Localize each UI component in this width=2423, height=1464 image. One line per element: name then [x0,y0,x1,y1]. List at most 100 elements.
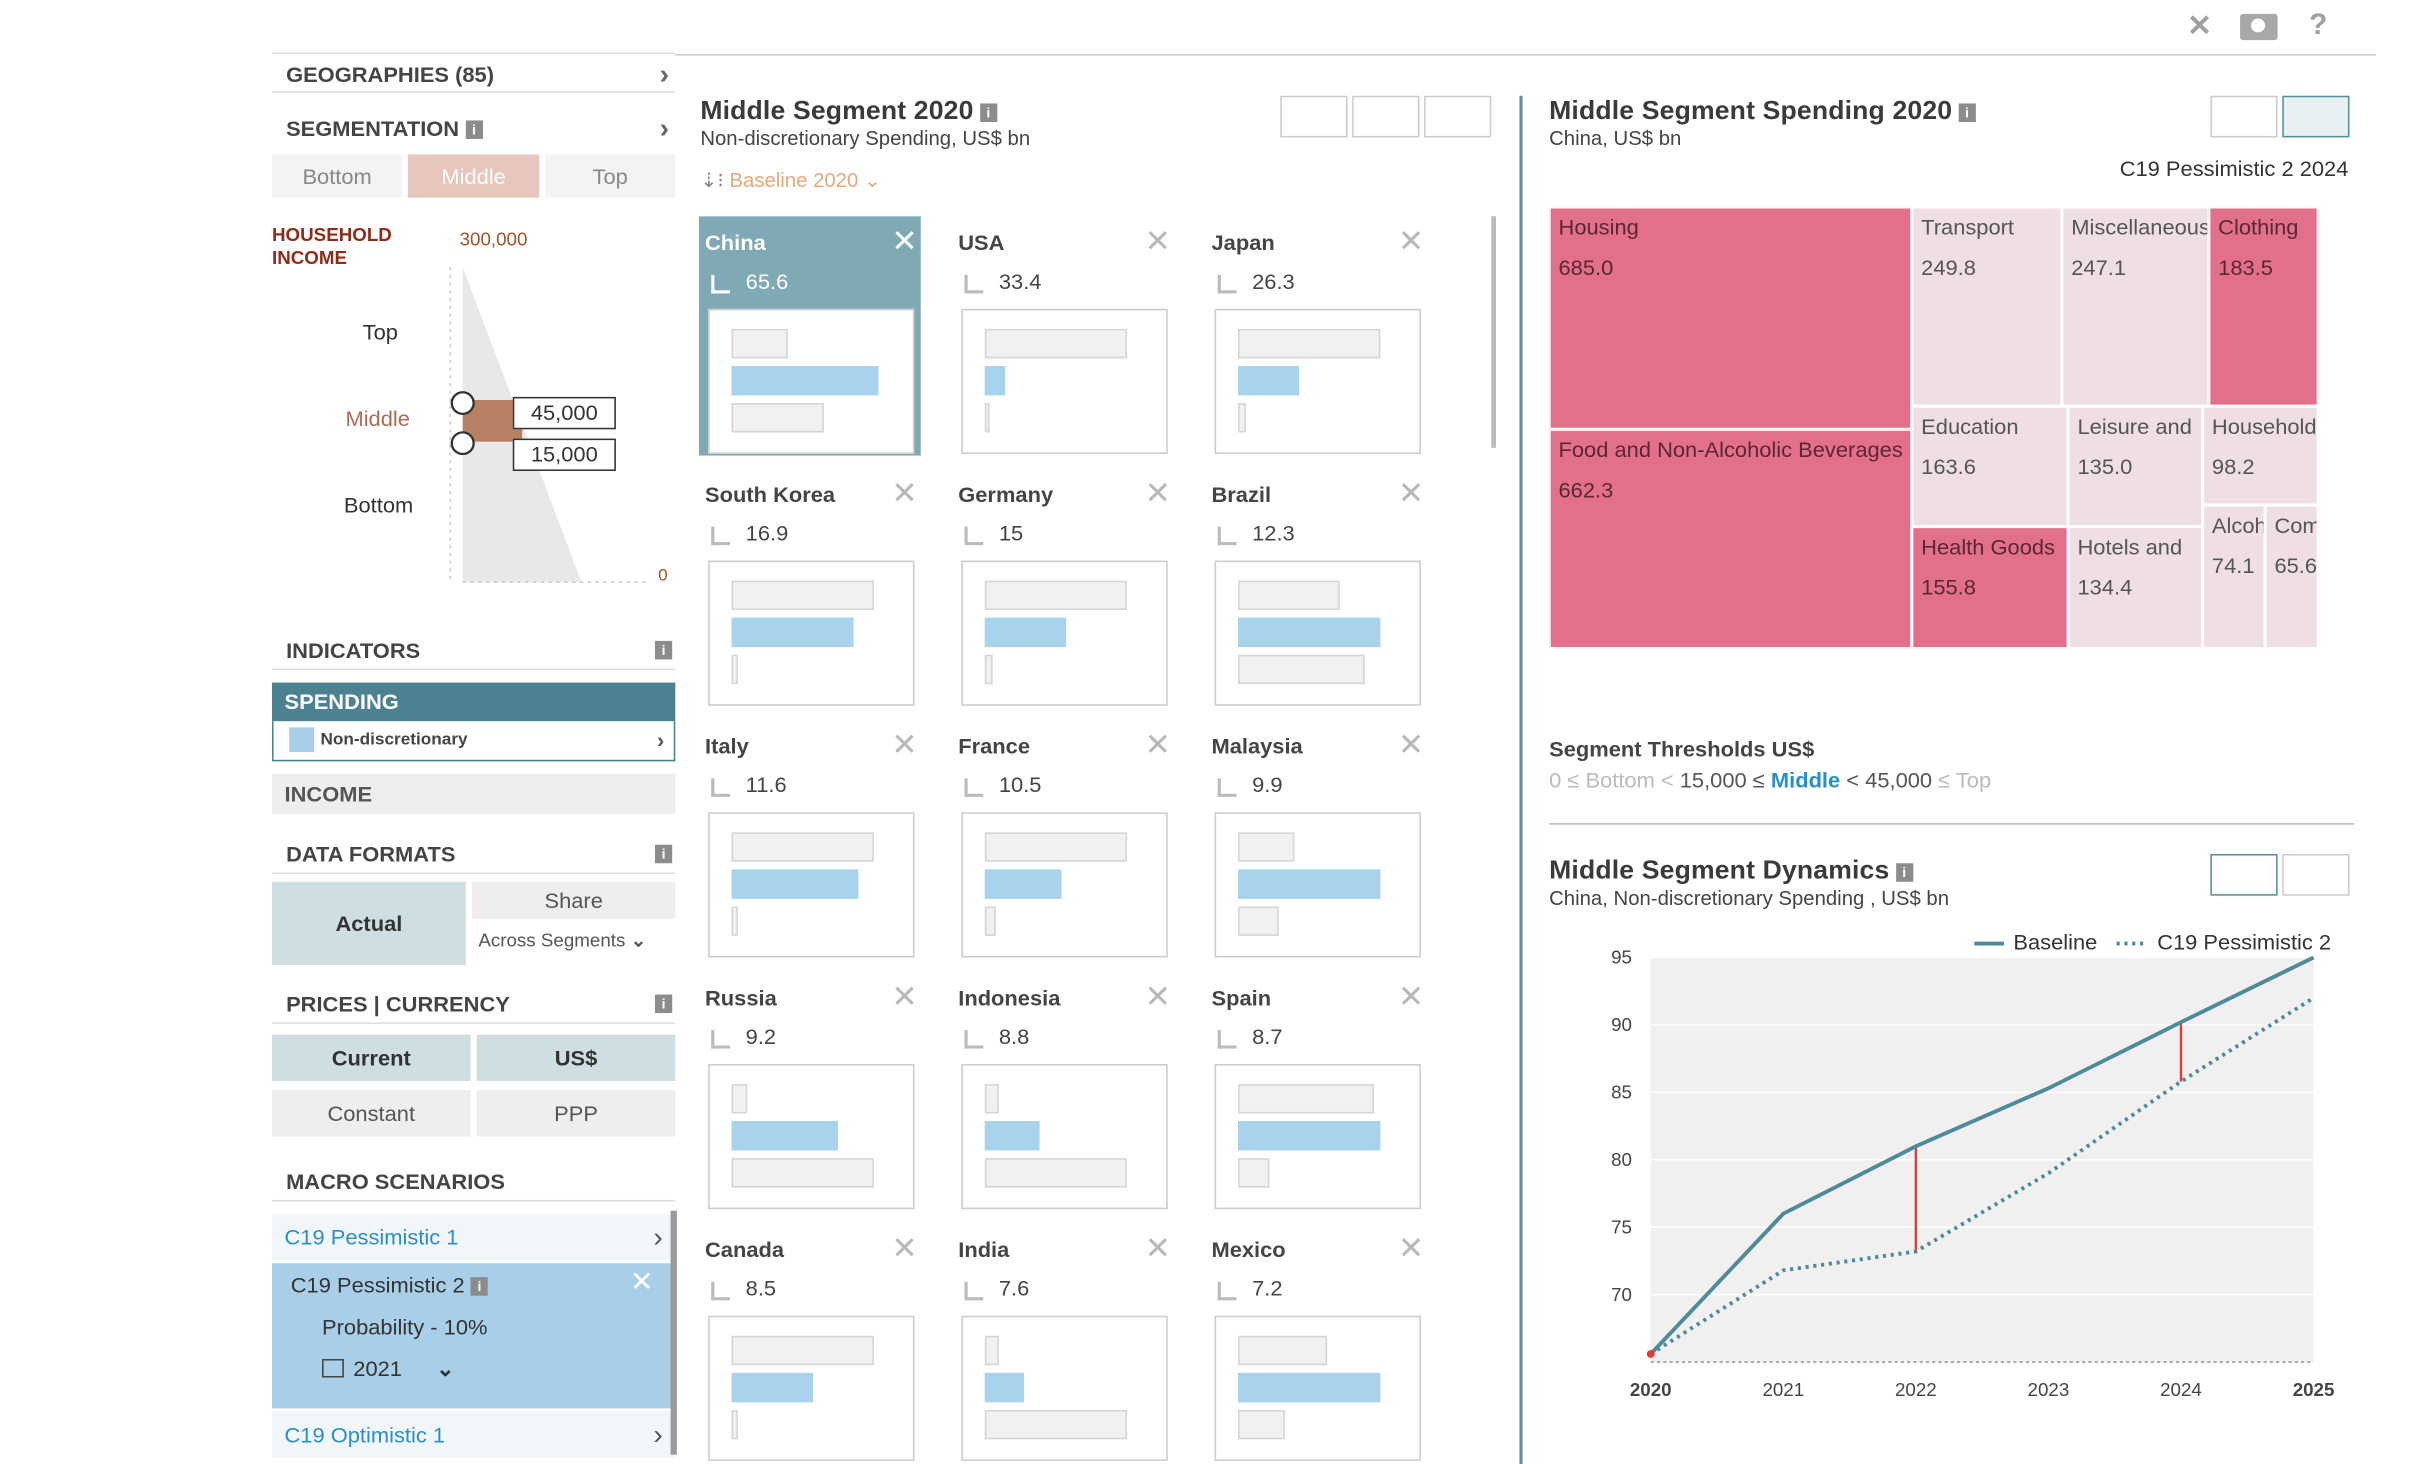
lower-threshold-input[interactable]: 15,000 [512,438,616,472]
treemap-cell[interactable]: Clothing 183.5 [2208,206,2319,407]
treemap-cell[interactable]: Hotels and 134.4 [2068,526,2203,649]
country-card[interactable]: Japan ✕ 26.3 [1205,216,1427,455]
share-button[interactable]: Share [472,881,676,919]
country-card[interactable]: France ✕ 10.5 [952,720,1174,959]
close-icon[interactable]: ✕ [891,726,917,765]
segment-bar [731,654,738,685]
upper-threshold-input[interactable]: 45,000 [512,396,616,430]
country-name: Italy [705,733,749,759]
country-card[interactable]: Germany ✕ 15 [952,468,1174,707]
camera-icon[interactable] [2240,9,2278,46]
geographies-row[interactable]: GEOGRAPHIES (85) › [271,52,676,93]
table-view-icon[interactable] [1424,95,1492,138]
info-icon[interactable]: i [654,994,673,1014]
treemap-cell[interactable]: Household 98.2 [2202,406,2319,505]
grid-view-icon[interactable] [1280,95,1348,138]
line-view-icon[interactable] [2210,853,2278,896]
treemap: Housing 685.0 Food and Non-Alcoholic Bever… [1549,206,2319,649]
bar-view-icon[interactable] [2210,95,2278,138]
info-icon[interactable]: i [1895,863,1913,882]
info-icon[interactable]: i [979,103,998,122]
close-icon[interactable]: ✕ [891,222,917,261]
treemap-cell[interactable]: Communication 65.6 [2265,504,2319,649]
income-tab[interactable]: INCOME [271,773,676,814]
close-icon[interactable]: ✕ [1398,978,1424,1017]
treemap-cell[interactable]: Education 163.6 [1911,406,2069,527]
tab-top[interactable]: Top [545,154,676,198]
treemap-cell[interactable]: Food and Non-Alcoholic Beverages 662.3 [1549,429,1912,649]
current-button[interactable]: Current [271,1034,471,1082]
non-discretionary-selector[interactable]: Non-discretionary › [271,721,676,762]
close-icon[interactable]: ✕ [891,1229,917,1268]
prices-section: PRICES | CURRENCY i Current US$ Constant… [271,984,676,1137]
spending-tab[interactable]: SPENDING [271,682,676,722]
treemap-cell[interactable]: Alcohol 74.1 [2202,504,2266,649]
treemap-cell[interactable]: Health Goods 155.8 [1911,526,2069,649]
actual-button[interactable]: Actual [271,881,466,966]
country-card[interactable]: India ✕ 7.6 [952,1223,1174,1462]
chart-mini-icon [964,1281,984,1301]
country-name: USA [958,230,1005,255]
close-icon[interactable]: ✕ [1145,222,1171,261]
country-card[interactable]: Canada ✕ 8.5 [699,1223,921,1462]
middle-segment-bar [731,365,879,396]
info-icon[interactable]: i [654,640,673,660]
close-icon[interactable]: ✕ [1398,474,1424,513]
treemap-cell[interactable]: Leisure and 135.0 [2068,406,2203,527]
close-icon[interactable]: ✕ [630,1266,654,1298]
scenario-pessimistic-1[interactable]: C19 Pessimistic 1 › [271,1213,676,1261]
close-icon[interactable]: ✕ [891,978,917,1017]
close-icon[interactable]: ✕ [1398,726,1424,765]
close-icon[interactable]: ✕ [1145,726,1171,765]
country-value: 9.9 [1252,772,1283,797]
ppp-button[interactable]: PPP [476,1090,676,1137]
probability-text: Probability - 10% [322,1314,488,1339]
table-view-icon[interactable] [2282,853,2350,896]
country-card[interactable]: Malaysia ✕ 9.9 [1205,720,1427,959]
info-icon[interactable]: i [1958,103,1976,122]
cards-scrollbar[interactable] [1491,216,1496,448]
segment-bar [984,832,1128,862]
mini-bar-chart [708,1315,915,1461]
bar-view-icon[interactable] [1352,95,1420,138]
info-icon[interactable]: i [654,844,673,864]
close-icon[interactable]: ✕ [1398,1229,1424,1268]
close-icon[interactable]: ✕ [1398,222,1424,261]
help-icon[interactable]: ? [2299,9,2337,46]
scenario-pessimistic-2[interactable]: C19 Pessimistic 2 i ✕ Probability - 10% 2… [271,1263,676,1409]
country-card[interactable]: South Korea ✕ 16.9 [699,468,921,707]
treemap-cell[interactable]: Miscellaneous 247.1 [2061,206,2209,407]
treemap-cell[interactable]: Transport 249.8 [1911,206,2062,407]
close-icon[interactable]: ✕ [1145,474,1171,513]
usd-button[interactable]: US$ [476,1034,676,1082]
country-card[interactable]: Russia ✕ 9.2 [699,971,921,1210]
country-card[interactable]: Spain ✕ 8.7 [1205,971,1427,1210]
segmentation-row[interactable]: SEGMENTATION i › [272,108,675,148]
tab-middle[interactable]: Middle [408,154,539,198]
treemap-cell[interactable]: Housing 685.0 [1549,206,1912,430]
close-icon[interactable]: ✕ [2181,9,2219,46]
scrollbar[interactable] [670,1210,677,1455]
close-icon[interactable]: ✕ [1145,1229,1171,1268]
app-root: ✕ ? GEOGRAPHIES (85) › SEGMENTATION i › B… [0,0,2423,1464]
close-icon[interactable]: ✕ [1145,978,1171,1017]
country-card[interactable]: Italy ✕ 11.6 [699,720,921,959]
scenario-optimistic-1[interactable]: C19 Optimistic 1 › [271,1411,676,1458]
constant-button[interactable]: Constant [271,1090,471,1137]
country-card[interactable]: Brazil ✕ 12.3 [1205,468,1427,707]
segment-bar [984,1335,999,1366]
country-card[interactable]: Mexico ✕ 7.2 [1205,1223,1427,1462]
country-card[interactable]: Indonesia ✕ 8.8 [952,971,1174,1210]
close-icon[interactable]: ✕ [891,474,917,513]
thr-e: ≤ Top [1938,767,1992,793]
country-card[interactable]: China ✕ 65.6 [698,216,921,456]
year-select[interactable]: 2021 ⌄ [291,1347,657,1390]
treemap-view-icon[interactable] [2282,95,2350,138]
info-icon[interactable]: i [470,1277,489,1296]
across-segments-select[interactable]: Across Segments ⌄ [472,919,675,962]
country-card[interactable]: USA ✕ 33.4 [952,216,1174,455]
country-value: 12.3 [1252,520,1295,546]
info-icon[interactable]: i [465,120,483,139]
sort-select[interactable]: ⇣⁝ Baseline 2020 ⌄ [700,168,1030,193]
tab-bottom[interactable]: Bottom [271,154,403,198]
